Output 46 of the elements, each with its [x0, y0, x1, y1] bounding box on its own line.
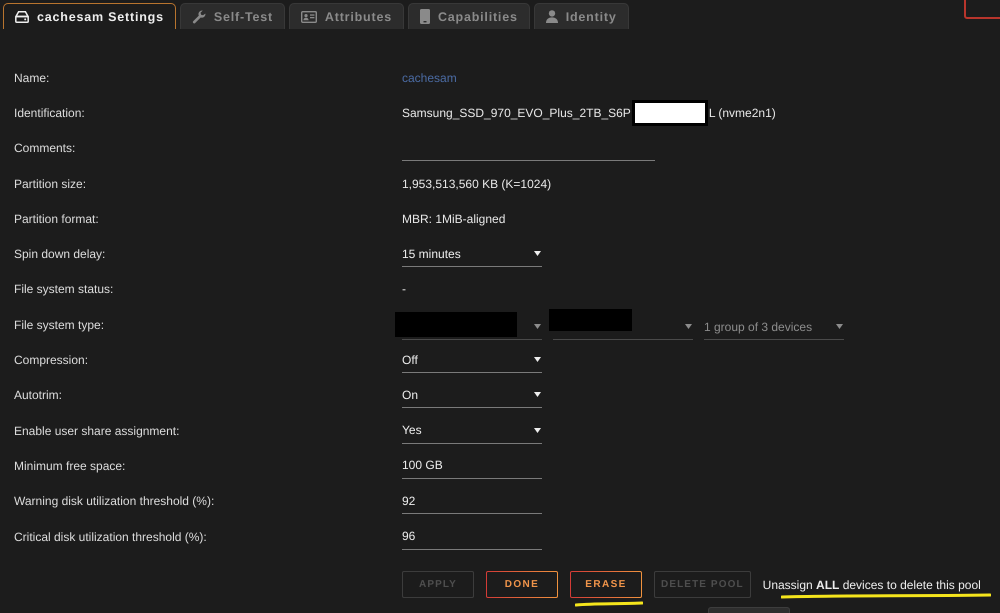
caret-icon [836, 324, 843, 330]
text-input[interactable]: 96 [402, 524, 542, 550]
caret-icon [685, 324, 692, 330]
action-button[interactable]: DONE [486, 571, 558, 598]
field-label: Minimum free space: [14, 458, 126, 473]
field-label: Comments: [14, 141, 76, 156]
select-field[interactable]: On [402, 382, 542, 408]
field-label: File system status: [14, 282, 114, 296]
drive-icon [15, 10, 29, 22]
field-value: - [402, 282, 406, 296]
caret-icon [534, 324, 541, 330]
id-card-icon [300, 10, 317, 22]
select-field[interactable]: Yes [402, 418, 542, 444]
field-label: Identification: [14, 106, 86, 120]
field-label: Warning disk utilization threshold (%): [14, 494, 216, 508]
field-value: L (nvme2n1) [708, 106, 776, 120]
field-label: File system type: [14, 318, 106, 332]
caret-icon [534, 428, 541, 433]
caret-icon [534, 392, 541, 398]
tab[interactable]: Self-Test [180, 3, 285, 29]
text-input[interactable]: 100 GB [402, 452, 542, 479]
tab[interactable]: Identity [534, 3, 629, 29]
wrench-icon [192, 10, 206, 24]
tab[interactable]: cachesam Settings [3, 3, 176, 29]
field-value: MBR: 1MiB-aligned [402, 212, 506, 226]
phone-icon [420, 9, 430, 24]
caret-icon [534, 251, 541, 256]
select-field[interactable]: 15 minutes [402, 241, 542, 268]
field-label: Enable user share assignment: [14, 424, 180, 438]
field-label: Partition size: [14, 176, 88, 191]
select-field[interactable]: Off [402, 347, 542, 374]
text-input[interactable]: 92 [402, 488, 542, 514]
tab[interactable]: Capabilities [408, 3, 530, 29]
field-label: Autotrim: [14, 388, 64, 402]
action-button[interactable]: ERASE [570, 571, 642, 598]
tab[interactable]: Attributes [288, 3, 404, 29]
field-label: Spin down delay: [14, 247, 106, 262]
field-label: Critical disk utilization threshold (%): [14, 530, 208, 544]
field-label: Partition format: [14, 212, 100, 226]
field-value: Samsung_SSD_970_EVO_Plus_2TB_S6P [402, 106, 631, 120]
user-icon [546, 10, 558, 23]
hint-text: Unassign ALL devices to delete this pool [762, 578, 981, 592]
field-label: Name: [14, 70, 50, 85]
caret-icon [534, 357, 541, 362]
field-label: Compression: [14, 353, 90, 368]
field-value: 1,953,513,560 KB (K=1024) [402, 176, 552, 191]
